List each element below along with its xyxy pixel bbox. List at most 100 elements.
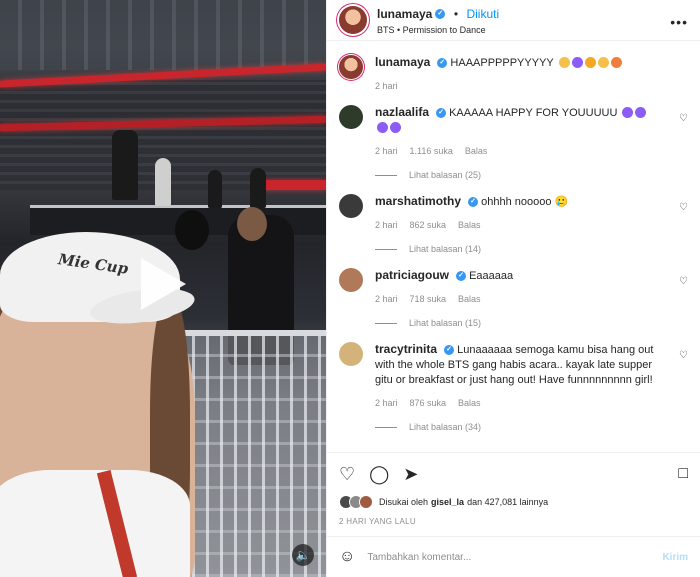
action-icons: ♡ ◯ ➤ □ xyxy=(339,461,688,487)
actions-bar: ♡ ◯ ➤ □ Disukai oleh gisel_la dan 427,08… xyxy=(327,452,700,526)
post-comment-button[interactable]: Kirim xyxy=(662,552,688,563)
comment-username[interactable]: patriciagouw xyxy=(375,268,449,282)
comment-input[interactable] xyxy=(367,551,663,563)
bookmark-icon[interactable]: □ xyxy=(678,465,688,483)
like-count[interactable]: 1.116 suka xyxy=(410,146,453,156)
view-replies-label[interactable]: Lihat balasan (14) xyxy=(409,244,481,254)
avatar[interactable] xyxy=(339,194,363,218)
performer-figure xyxy=(112,130,138,200)
comment-text: patriciagouw ✓ Eaaaaaa xyxy=(375,268,658,284)
comment-like-icon[interactable]: ♡ xyxy=(679,276,688,287)
liker-avatars xyxy=(339,495,373,509)
view-replies-label[interactable]: Lihat balasan (15) xyxy=(409,318,481,328)
like-count[interactable]: 862 suka xyxy=(410,220,447,230)
audio-muted-icon[interactable]: 🔈 xyxy=(292,544,314,566)
heart-emoji-icon xyxy=(622,107,634,118)
heart-icon[interactable]: ♡ xyxy=(339,464,355,485)
heart-emoji-icon xyxy=(635,107,647,118)
heart-emoji-icon xyxy=(377,122,388,133)
replies-line xyxy=(375,426,397,428)
emoji-group xyxy=(557,57,622,69)
avatar[interactable] xyxy=(339,342,363,366)
caption: lunamaya ✓ HAAAPPPPPYYYYY 2 hari xyxy=(339,41,688,91)
header-text: lunamaya ✓ • Diikuti BTS • Permission to … xyxy=(377,5,499,35)
view-replies-label[interactable]: Lihat balasan (25) xyxy=(409,170,481,180)
post-date: 2 HARI YANG LALU xyxy=(339,517,416,526)
caption-content: HAAAPPPPPYYYYY xyxy=(450,57,554,69)
audio-label[interactable]: BTS • Permission to Dance xyxy=(377,25,499,35)
caption-meta: 2 hari xyxy=(375,81,658,91)
comment-text: marshatimothy ✓ ohhhh nooooo 🥲 xyxy=(375,194,658,210)
comments-list[interactable]: lunamaya ✓ HAAAPPPPPYYYYY 2 hari nazlaali… xyxy=(327,41,700,452)
comment-username[interactable]: tracytrinita xyxy=(375,342,437,356)
shirt xyxy=(0,470,190,577)
comment-username[interactable]: nazlaalifa xyxy=(375,105,429,119)
comment-icon[interactable]: ◯ xyxy=(369,464,389,485)
instagram-post-modal: Mie Cup 🔈 lunamaya ✓ • Diikuti BTS • Perm… xyxy=(0,0,700,577)
verified-icon: ✓ xyxy=(468,197,479,208)
post-header: lunamaya ✓ • Diikuti BTS • Permission to … xyxy=(327,0,700,41)
comment-item: marshatimothy ✓ ohhhh nooooo 🥲 2 hari 862… xyxy=(339,180,688,254)
comment-container: nazlaalifa ✓ KAAAAA HAPPY FOR YOUUUUU 2 h… xyxy=(339,91,688,432)
replies-line xyxy=(375,322,397,324)
comment-item: tracytrinita ✓ Lunaaaaaa semoga kamu bisa… xyxy=(339,328,688,432)
comment-meta: 2 hari 876 suka Balas xyxy=(375,398,658,408)
comment-username[interactable]: marshatimothy xyxy=(375,194,461,208)
emoji-icon xyxy=(571,57,583,68)
comment-meta: 2 hari 862 suka Balas xyxy=(375,220,658,230)
comment-text: tracytrinita ✓ Lunaaaaaa semoga kamu bisa… xyxy=(375,342,658,388)
view-replies[interactable]: Lihat balasan (25) xyxy=(375,170,658,180)
play-icon[interactable] xyxy=(141,258,186,310)
timestamp: 2 hari xyxy=(375,146,398,156)
comment-content: ohhhh nooooo 🥲 xyxy=(481,196,569,208)
verified-icon: ✓ xyxy=(435,8,446,19)
author-username[interactable]: lunamaya xyxy=(375,55,430,69)
replies-line xyxy=(375,248,397,250)
reply-button[interactable]: Balas xyxy=(458,398,481,408)
add-comment-row: ☺ Kirim xyxy=(327,536,700,577)
share-icon[interactable]: ➤ xyxy=(403,464,418,485)
caption-body: lunamaya ✓ HAAAPPPPPYYYYY 2 hari xyxy=(375,55,688,91)
verified-icon: ✓ xyxy=(436,108,447,119)
emoji-icon xyxy=(610,57,622,68)
security-guard-head xyxy=(237,207,267,241)
comment-like-icon[interactable]: ♡ xyxy=(679,350,688,361)
timestamp: 2 hari xyxy=(375,294,398,304)
comment-item: patriciagouw ✓ Eaaaaaa 2 hari 718 suka Ba… xyxy=(339,254,688,328)
separator: • xyxy=(453,7,459,21)
comment-text: nazlaalifa ✓ KAAAAA HAPPY FOR YOUUUUU xyxy=(375,105,658,136)
performer-figure xyxy=(155,158,171,206)
view-replies[interactable]: Lihat balasan (15) xyxy=(375,318,658,328)
view-replies[interactable]: Lihat balasan (34) xyxy=(375,422,658,432)
replies-line xyxy=(375,174,397,176)
avatar[interactable] xyxy=(339,6,367,34)
timestamp: 2 hari xyxy=(375,220,398,230)
view-replies[interactable]: Lihat balasan (14) xyxy=(375,244,658,254)
post-side-panel: lunamaya ✓ • Diikuti BTS • Permission to … xyxy=(326,0,700,577)
likes-summary[interactable]: Disukai oleh gisel_la dan 427,081 lainny… xyxy=(339,495,688,509)
reply-button[interactable]: Balas xyxy=(458,294,481,304)
avatar[interactable] xyxy=(339,105,363,129)
crew-figure xyxy=(208,170,222,208)
stadium-light-band xyxy=(260,180,326,190)
emoji-picker-icon[interactable]: ☺ xyxy=(339,548,355,566)
liker-username[interactable]: gisel_la xyxy=(431,497,464,507)
like-count[interactable]: 876 suka xyxy=(410,398,447,408)
reply-button[interactable]: Balas xyxy=(458,220,481,230)
comment-meta: 2 hari 1.116 suka Balas xyxy=(375,146,658,156)
more-options-icon[interactable]: ••• xyxy=(670,14,688,30)
like-count[interactable]: 718 suka xyxy=(410,294,447,304)
comment-like-icon[interactable]: ♡ xyxy=(679,113,688,124)
emoji-icon xyxy=(597,57,609,68)
comment-body: tracytrinita ✓ Lunaaaaaa semoga kamu bisa… xyxy=(375,342,688,432)
follow-button[interactable]: Diikuti xyxy=(466,7,499,21)
avatar[interactable] xyxy=(339,55,363,79)
reply-button[interactable]: Balas xyxy=(465,146,488,156)
verified-icon: ✓ xyxy=(444,345,455,356)
comment-like-icon[interactable]: ♡ xyxy=(679,202,688,213)
author-username[interactable]: lunamaya xyxy=(377,7,432,21)
avatar[interactable] xyxy=(339,268,363,292)
post-video[interactable]: Mie Cup 🔈 xyxy=(0,0,326,577)
likes-suffix[interactable]: dan 427,081 lainnya xyxy=(467,497,548,507)
view-replies-label[interactable]: Lihat balasan (34) xyxy=(409,422,481,432)
